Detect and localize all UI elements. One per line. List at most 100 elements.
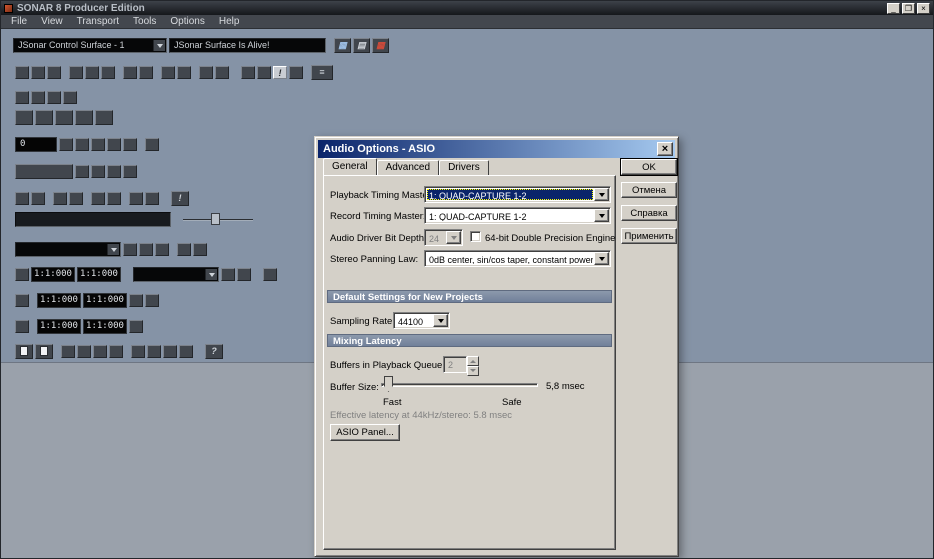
- alert-button[interactable]: !: [171, 190, 189, 206]
- menu-transport[interactable]: Transport: [70, 15, 126, 28]
- toolbar-button[interactable]: [31, 191, 45, 205]
- toolbar-button[interactable]: [107, 137, 121, 151]
- menu-tools[interactable]: Tools: [126, 15, 163, 28]
- menu-file[interactable]: File: [4, 15, 34, 28]
- toolbar-button[interactable]: [109, 344, 123, 358]
- toolbar-button[interactable]: [221, 267, 235, 281]
- panning-law-select[interactable]: 0dB center, sin/cos taper, constant powe…: [424, 250, 611, 267]
- toolbar-button[interactable]: [53, 191, 67, 205]
- toolbar-button[interactable]: [93, 344, 107, 358]
- toolbar-button[interactable]: [177, 242, 191, 256]
- toolbar-button[interactable]: [123, 242, 137, 256]
- record-timing-master-select[interactable]: 1: QUAD-CAPTURE 1-2: [424, 207, 611, 224]
- surface-grid-button[interactable]: ▦: [334, 37, 351, 53]
- pan-slider[interactable]: [183, 212, 253, 227]
- chevron-down-icon[interactable]: [594, 252, 609, 265]
- new-file-button[interactable]: [15, 343, 33, 359]
- toolbar-button[interactable]: [61, 344, 75, 358]
- toolbar-button[interactable]: [15, 109, 33, 125]
- control-surface-select[interactable]: JSonar Control Surface - 1: [13, 37, 167, 53]
- toolbar-button[interactable]: [91, 137, 105, 151]
- menu-view[interactable]: View: [34, 15, 70, 28]
- minimize-button[interactable]: _: [887, 2, 900, 14]
- toolbar-button[interactable]: [131, 344, 145, 358]
- toolbar-button[interactable]: [241, 65, 255, 79]
- open-file-button[interactable]: [35, 343, 53, 359]
- toolbar-button[interactable]: [77, 344, 91, 358]
- chevron-down-icon[interactable]: [433, 314, 448, 327]
- toolbar-button[interactable]: [163, 344, 177, 358]
- toolbar-button[interactable]: [75, 164, 89, 178]
- toolbar-button[interactable]: [289, 65, 303, 79]
- slider-thumb[interactable]: [384, 376, 393, 392]
- tempo-select[interactable]: [133, 266, 219, 282]
- toolbar-button[interactable]: [47, 65, 61, 79]
- toolbar-button[interactable]: [145, 191, 159, 205]
- toolbar-button[interactable]: [123, 137, 137, 151]
- tab-drivers[interactable]: Drivers: [439, 160, 489, 175]
- toolbar-button[interactable]: [257, 65, 271, 79]
- toolbar-button[interactable]: [15, 293, 29, 307]
- cancel-button[interactable]: Отмена: [621, 182, 677, 198]
- toolbar-button[interactable]: [15, 65, 29, 79]
- ok-button[interactable]: OK: [620, 158, 678, 176]
- toolbar-button[interactable]: [107, 164, 121, 178]
- toolbar-button[interactable]: [63, 90, 77, 104]
- toolbar-button[interactable]: [15, 163, 73, 179]
- apply-button[interactable]: Применить: [621, 228, 677, 244]
- menu-options[interactable]: Options: [163, 15, 211, 28]
- precision-engine-checkbox[interactable]: [470, 231, 481, 242]
- toolbar-button[interactable]: [31, 65, 45, 79]
- toolbar-button[interactable]: [55, 109, 73, 125]
- toolbar-button[interactable]: [91, 164, 105, 178]
- toolbar-menu-button[interactable]: ≡: [311, 64, 333, 80]
- snap-select[interactable]: [15, 241, 121, 257]
- toolbar-button[interactable]: [123, 164, 137, 178]
- tab-advanced[interactable]: Advanced: [376, 160, 440, 175]
- help-button[interactable]: Справка: [621, 205, 677, 221]
- toolbar-button[interactable]: [129, 191, 143, 205]
- toolbar-button[interactable]: [139, 242, 153, 256]
- toolbar-button[interactable]: [145, 137, 159, 151]
- toolbar-button[interactable]: [123, 65, 137, 79]
- toolbar-button[interactable]: [177, 65, 191, 79]
- chevron-down-icon[interactable]: [594, 209, 609, 222]
- toolbar-button[interactable]: [145, 293, 159, 307]
- tab-general[interactable]: General: [323, 158, 377, 175]
- toolbar-button[interactable]: [101, 65, 115, 79]
- help-button-toolbar[interactable]: ?: [205, 343, 223, 359]
- close-button[interactable]: ×: [917, 2, 930, 14]
- toolbar-button[interactable]: [75, 137, 89, 151]
- toolbar-button[interactable]: [107, 191, 121, 205]
- toolbar-button[interactable]: [129, 293, 143, 307]
- surface-window-button[interactable]: ▤: [353, 37, 370, 53]
- toolbar-button[interactable]: [69, 191, 83, 205]
- toolbar-button[interactable]: [147, 344, 161, 358]
- toolbar-button[interactable]: [237, 267, 251, 281]
- chevron-down-icon[interactable]: [594, 188, 609, 201]
- toolbar-button[interactable]: [193, 242, 207, 256]
- toolbar-button[interactable]: [69, 65, 83, 79]
- asio-panel-button[interactable]: ASIO Panel...: [330, 424, 400, 441]
- surface-disconnect-button[interactable]: ▦: [372, 37, 389, 53]
- toolbar-button[interactable]: [139, 65, 153, 79]
- toolbar-button[interactable]: [91, 191, 105, 205]
- toolbar-button[interactable]: [263, 267, 277, 281]
- toolbar-button[interactable]: [15, 267, 29, 281]
- toolbar-button[interactable]: [15, 319, 29, 333]
- toolbar-button[interactable]: [215, 65, 229, 79]
- toolbar-button[interactable]: [129, 319, 143, 333]
- toolbar-button[interactable]: [95, 109, 113, 125]
- toolbar-button[interactable]: [161, 65, 175, 79]
- slider-thumb[interactable]: [211, 212, 220, 225]
- dialog-close-button[interactable]: ×: [657, 142, 673, 156]
- toolbar-button[interactable]: [47, 90, 61, 104]
- dialog-titlebar[interactable]: Audio Options - ASIO ×: [318, 140, 675, 158]
- sampling-rate-select[interactable]: 44100: [393, 312, 450, 329]
- spin-up-button[interactable]: [467, 356, 479, 366]
- toolbar-button[interactable]: [15, 191, 29, 205]
- toolbar-button[interactable]: [199, 65, 213, 79]
- toolbar-button[interactable]: [59, 137, 73, 151]
- toolbar-button[interactable]: [155, 242, 169, 256]
- toolbar-button[interactable]: [31, 90, 45, 104]
